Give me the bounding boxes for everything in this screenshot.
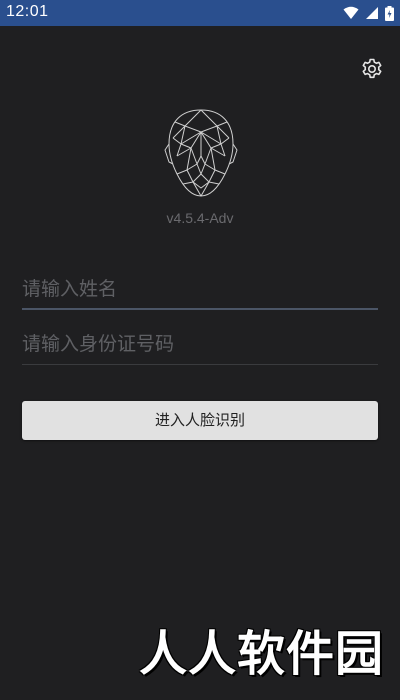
settings-button[interactable] [360, 57, 384, 81]
start-face-recognition-button[interactable]: 进入人脸识别 [22, 401, 378, 440]
name-field-underline [22, 308, 378, 310]
name-field[interactable] [22, 270, 378, 310]
signal-icon [366, 7, 378, 19]
face-wireframe-icon [164, 109, 238, 197]
watermark: 人人软件园 [138, 626, 384, 682]
status-time: 12:01 [6, 3, 49, 20]
wifi-icon [343, 6, 359, 19]
id-number-input[interactable] [22, 325, 378, 363]
face-logo [163, 108, 239, 198]
battery-icon [385, 5, 394, 21]
status-icons [343, 5, 394, 21]
id-number-field[interactable] [22, 325, 378, 365]
version-label: v4.5.4-Adv [166, 210, 234, 226]
gear-icon [362, 58, 382, 79]
name-input[interactable] [22, 270, 378, 308]
status-bar: 12:01 [0, 0, 400, 26]
id-field-underline [22, 364, 378, 365]
